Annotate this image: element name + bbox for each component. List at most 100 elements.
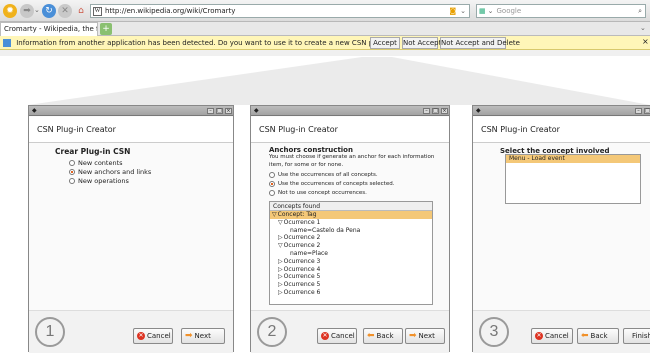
cancel-button[interactable]: ✕ Cancel (317, 328, 357, 344)
step-number: 3 (479, 317, 509, 347)
history-dropdown-icon[interactable]: ⌄ (34, 6, 40, 14)
tree-row[interactable]: ▷Ocurrence 6 (270, 289, 432, 297)
option-new-operations[interactable]: New operations (69, 177, 151, 186)
back-button[interactable]: ⬅ Back (363, 328, 403, 344)
finish-button[interactable]: Finish (623, 328, 650, 344)
option-use-selected[interactable]: Use the occurrences of concepts selected… (269, 180, 394, 189)
stop-icon[interactable]: ✕ (58, 4, 72, 18)
collapsed-arrow-icon[interactable]: ▷ (278, 266, 283, 273)
info-icon (3, 39, 11, 47)
window-menu-icon[interactable]: ◆ (476, 107, 481, 114)
home-icon[interactable]: ⌂ (74, 4, 88, 18)
search-input[interactable]: Google (497, 7, 522, 15)
tree-row-label: Ocurrence 2 (283, 234, 321, 242)
maximize-icon[interactable]: □ (644, 108, 650, 114)
accept-button[interactable]: Accept (370, 37, 400, 49)
tree-row-label: Ocurrence 2 (283, 242, 321, 250)
search-icon[interactable]: ⌕ (638, 7, 642, 16)
option-label: Use the occurrences of all concepts. (278, 172, 378, 178)
radio-selected-icon[interactable] (269, 180, 275, 187)
maximize-icon[interactable]: □ (216, 108, 223, 114)
dialog-step-3: ◆ – □ CSN Plug-in Creator Select the con… (472, 105, 650, 353)
description-line-1: You must choose if generate an anchor fo… (269, 154, 435, 160)
dialog-title: CSN Plug-in Creator (29, 117, 233, 143)
collapsed-arrow-icon[interactable]: ▷ (278, 273, 283, 280)
option-new-anchors-and-links[interactable]: New anchors and links (69, 168, 151, 177)
tree-row[interactable]: name=Castelo da Pena (270, 227, 432, 235)
tree-header: Concepts found (270, 202, 432, 211)
collapsed-arrow-icon[interactable]: ▷ (278, 289, 283, 296)
cancel-button[interactable]: ✕ Cancel (133, 328, 173, 344)
radio-icon[interactable] (69, 178, 75, 184)
collapsed-arrow-icon[interactable]: ▷ (278, 258, 283, 265)
tree-row[interactable]: ▷Ocurrence 3 (270, 258, 432, 266)
next-button[interactable]: ➡ Next (181, 328, 225, 344)
tree-row[interactable]: ▽Ocurrence 1 (270, 219, 432, 227)
next-arrow-icon: ➡ (409, 331, 417, 341)
tree-row[interactable]: ▷Ocurrence 4 (270, 266, 432, 274)
expanded-arrow-icon[interactable]: ▽ (278, 219, 283, 226)
tree-row[interactable]: ▷Ocurrence 2 (270, 234, 432, 242)
tree-row[interactable]: name=Place (270, 250, 432, 258)
collapsed-arrow-icon[interactable]: ▷ (278, 234, 283, 241)
minimize-icon[interactable]: – (207, 108, 214, 114)
tab-cromarty[interactable]: Cromarty - Wikipedia, the free e... (0, 22, 98, 36)
dialog-step-2: ◆ – □ × CSN Plug-in Creator Anchors cons… (250, 105, 450, 353)
dialog-footer: 2 ✕ Cancel ⬅ Back ➡ Next (251, 310, 449, 353)
new-tab-button[interactable]: + (100, 23, 112, 35)
cancel-label: Cancel (545, 332, 569, 340)
url-text: http://en.wikipedia.org/wiki/Cromarty (105, 7, 236, 15)
cancel-button[interactable]: ✕ Cancel (531, 328, 573, 344)
close-notification-icon[interactable]: × (642, 37, 649, 46)
tree-row[interactable]: ▽Concept: Tag (270, 211, 432, 219)
close-icon[interactable]: × (225, 108, 232, 114)
list-item[interactable]: Menu - Load event (506, 155, 640, 163)
window-menu-icon[interactable]: ◆ (32, 107, 37, 114)
tree-row-label: Ocurrence 6 (283, 288, 321, 296)
expanded-arrow-icon[interactable]: ▽ (278, 242, 283, 249)
next-label: Next (418, 332, 435, 340)
option-use-all[interactable]: Use the occurrences of all concepts. (269, 171, 394, 180)
forward-icon[interactable]: ➡ (20, 4, 34, 18)
radio-icon[interactable] (269, 189, 275, 196)
dialog-title: CSN Plug-in Creator (473, 117, 650, 143)
option-label: Use the occurrences of concepts selected… (278, 181, 395, 187)
concept-list[interactable]: Menu - Load event (505, 154, 641, 204)
radio-icon[interactable] (69, 160, 75, 166)
radio-icon[interactable] (269, 171, 275, 178)
tree-row-label: name=Castelo da Pena (290, 226, 361, 234)
dialog-title: CSN Plug-in Creator (251, 117, 449, 143)
concepts-tree[interactable]: Concepts found ▽Concept: Tag ▽Ocurrence 1… (269, 201, 433, 305)
tab-list-icon[interactable]: ⌄ (640, 24, 646, 32)
expanded-arrow-icon[interactable]: ▽ (272, 211, 277, 218)
rss-icon[interactable]: ◙ (449, 7, 456, 15)
address-bar[interactable]: W http://en.wikipedia.org/wiki/Cromarty … (90, 4, 470, 18)
collapsed-arrow-icon[interactable]: ▷ (278, 281, 283, 288)
dialog-titlebar: ◆ – □ × (29, 106, 233, 116)
minimize-icon[interactable]: – (635, 108, 642, 114)
tree-row[interactable]: ▷Ocurrence 5 (270, 273, 432, 281)
maximize-icon[interactable]: □ (432, 108, 439, 114)
window-menu-icon[interactable]: ◆ (254, 107, 259, 114)
option-new-contents[interactable]: New contents (69, 159, 151, 168)
back-button[interactable]: ⬅ Back (577, 328, 619, 344)
minimize-icon[interactable]: – (423, 108, 430, 114)
option-not-use[interactable]: Not to use concept occurrences. (269, 189, 394, 198)
sun-icon[interactable]: ✹ (3, 4, 17, 18)
cancel-label: Cancel (147, 332, 171, 340)
not-accept-button[interactable]: Not Accept (402, 37, 441, 49)
search-engine-dropdown-icon[interactable]: ⌄ (488, 7, 494, 15)
reload-icon[interactable]: ↻ (42, 4, 56, 18)
dialog-step-1: ◆ – □ × CSN Plug-in Creator Crear Plug-i… (28, 105, 234, 353)
close-icon[interactable]: × (441, 108, 448, 114)
search-box[interactable]: ▦ ⌄ Google ⌕ (476, 4, 646, 18)
notification-bar: Information from another application has… (0, 36, 650, 50)
tree-row[interactable]: ▷Ocurrence 5 (270, 281, 432, 289)
tree-row[interactable]: ▽Ocurrence 2 (270, 242, 432, 250)
radio-selected-icon[interactable] (69, 169, 75, 175)
url-dropdown-icon[interactable]: ⌄ (460, 7, 466, 15)
search-engine-icon[interactable]: ▦ (479, 7, 486, 15)
next-button[interactable]: ➡ Next (405, 328, 445, 344)
back-label: Back (590, 332, 608, 340)
not-accept-and-delete-button[interactable]: Not Accept and Delete (440, 37, 520, 49)
